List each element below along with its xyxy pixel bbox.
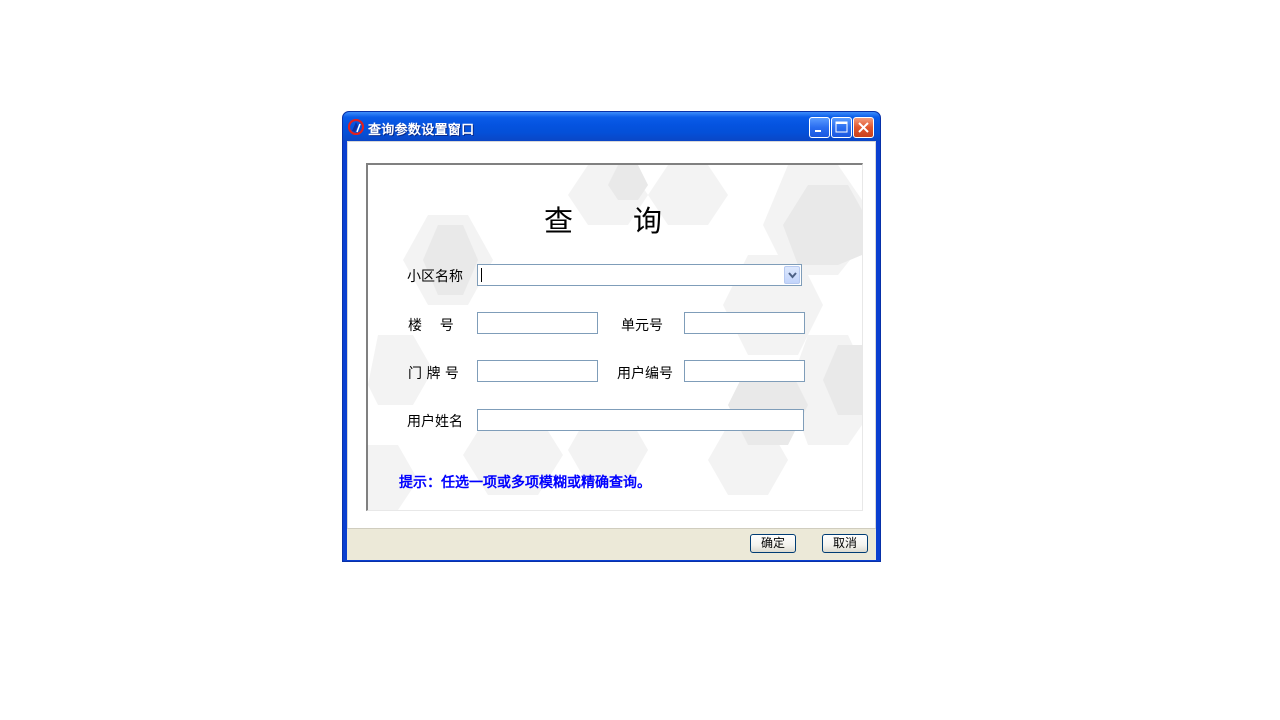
minimize-button[interactable] — [809, 117, 830, 138]
client-area: 查询 小区名称 楼 号 单元号 门 牌 号 用户编号 用户姓名 提示：任选一项或… — [347, 141, 876, 560]
building-label: 楼 号 — [408, 318, 454, 334]
text-caret — [481, 268, 482, 282]
user-number-label: 用户编号 — [617, 366, 673, 382]
query-params-window: 查询参数设置窗口 查询 小区名称 楼 号 单元号 门 牌 号 用户编号 用户姓名… — [342, 111, 881, 562]
door-number-input[interactable] — [477, 360, 598, 382]
unit-label: 单元号 — [621, 318, 663, 334]
chevron-down-icon — [788, 272, 797, 279]
maximize-button[interactable] — [831, 117, 852, 138]
minimize-icon — [815, 130, 821, 132]
app-logo-icon — [347, 118, 365, 136]
unit-input[interactable] — [684, 312, 805, 334]
close-button[interactable] — [853, 117, 874, 138]
community-dropdown-button[interactable] — [784, 266, 800, 284]
user-name-input[interactable] — [477, 409, 804, 431]
page-title: 查询 — [544, 204, 723, 238]
door-number-label: 门 牌 号 — [408, 366, 459, 382]
query-panel: 查询 小区名称 楼 号 单元号 门 牌 号 用户编号 用户姓名 提示：任选一项或… — [366, 163, 863, 511]
user-number-input[interactable] — [684, 360, 805, 382]
ok-button[interactable]: 确定 — [750, 534, 796, 553]
community-label: 小区名称 — [407, 269, 463, 285]
window-title: 查询参数设置窗口 — [368, 123, 475, 138]
maximize-icon — [835, 121, 848, 133]
title-bar[interactable]: 查询参数设置窗口 — [343, 112, 880, 141]
cancel-button[interactable]: 取消 — [822, 534, 868, 553]
hint-text: 提示：任选一项或多项模糊或精确查询。 — [399, 475, 651, 491]
user-name-label: 用户姓名 — [407, 414, 463, 430]
close-icon — [858, 122, 869, 133]
community-combobox[interactable] — [477, 264, 802, 286]
button-bar: 确定 取消 — [347, 528, 876, 560]
building-input[interactable] — [477, 312, 598, 334]
